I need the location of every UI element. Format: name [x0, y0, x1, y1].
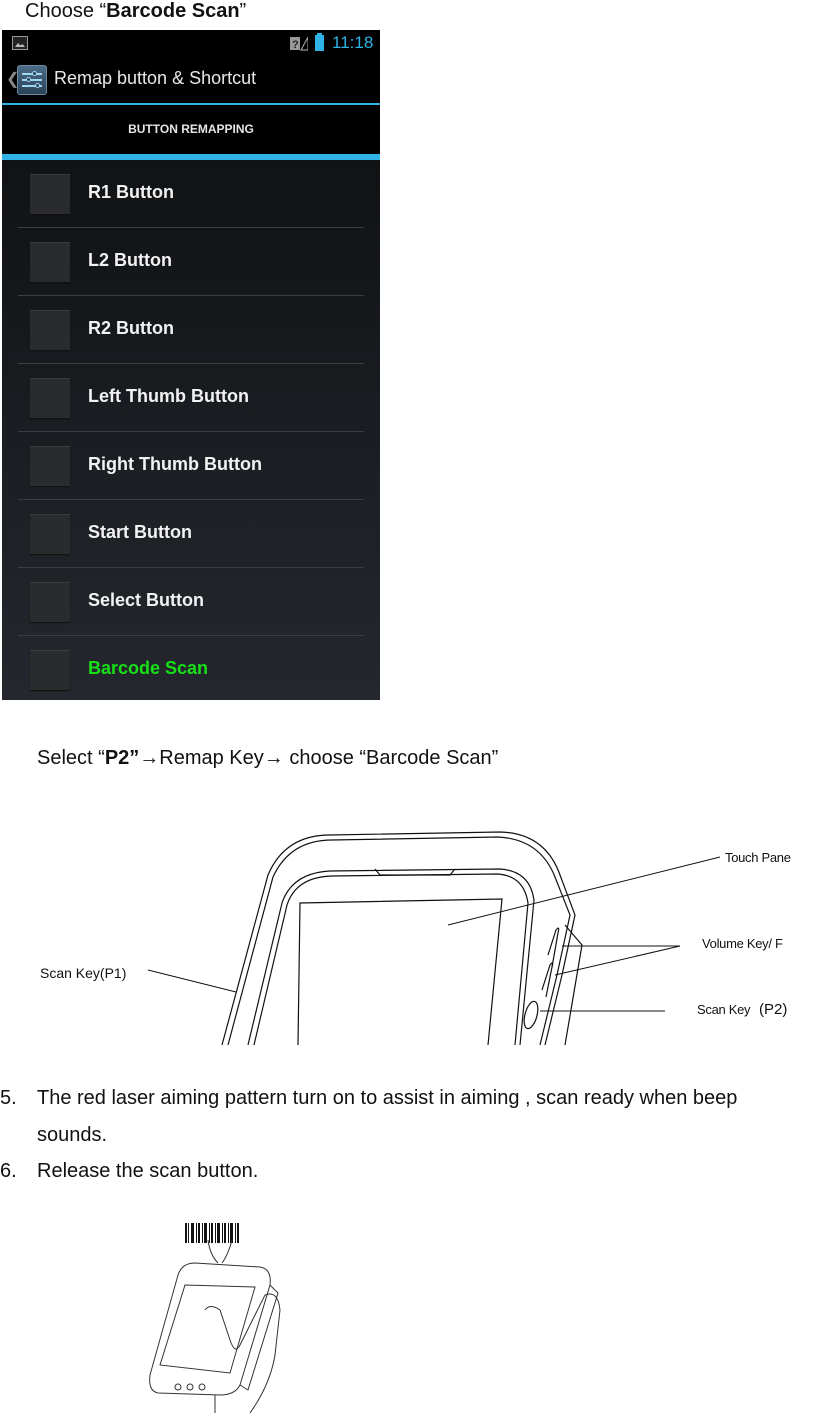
list-item-left-thumb-button[interactable]: Left Thumb Button: [18, 364, 364, 432]
volume-key-label: Volume Key/ F: [702, 936, 783, 951]
step-number: 6.: [0, 1160, 17, 1182]
list-item-select-button[interactable]: Select Button: [18, 568, 364, 636]
instruction-suffix: choose “Barcode Scan”: [283, 747, 499, 769]
list-item-r1-button[interactable]: R1 Button: [18, 160, 364, 228]
list-item-label: L2 Button: [88, 250, 172, 270]
instruction-text: Select “P2”→Remap Key→ choose “Barcode S…: [37, 747, 498, 770]
remap-list: R1 Button L2 Button R2 Button Left Thumb…: [2, 160, 380, 700]
checkbox[interactable]: [30, 582, 70, 622]
list-item-l2-button[interactable]: L2 Button: [18, 228, 364, 296]
touch-panel-label: Touch Pane: [725, 850, 791, 865]
checkbox[interactable]: [30, 242, 70, 282]
device-diagram: Scan Key(P1) Touch Pane Volume Key/ F Sc…: [0, 815, 835, 1050]
screen-title: Remap button & Shortcut: [54, 68, 257, 88]
status-clock: 11:18: [332, 33, 374, 52]
sim-unknown-icon: ?: [290, 36, 308, 51]
checkbox[interactable]: [30, 446, 70, 486]
list-item-label: Start Button: [88, 522, 192, 542]
arrow-right-icon: →: [263, 747, 284, 769]
section-header-label: BUTTON REMAPPING: [128, 122, 254, 136]
arrow-right-icon: →: [139, 747, 160, 769]
list-item-label: Right Thumb Button: [88, 454, 262, 474]
step-text-continued: sounds.: [37, 1124, 108, 1146]
battery-icon: [315, 33, 324, 51]
step-text: Release the scan button.: [37, 1160, 259, 1182]
list-item-label: R2 Button: [88, 318, 174, 338]
list-item-label: R1 Button: [88, 182, 174, 202]
instruction-key: P2”: [104, 747, 140, 769]
list-item-r2-button[interactable]: R2 Button: [18, 296, 364, 364]
hand-scanning-illustration: [149, 1223, 281, 1414]
list-item-start-button[interactable]: Start Button: [18, 500, 364, 568]
gallery-icon: [12, 36, 28, 50]
barcode-icon: [185, 1223, 239, 1243]
checkbox[interactable]: [30, 174, 70, 214]
section-header: BUTTON REMAPPING: [2, 105, 380, 160]
scan-key-p1-label: Scan Key(P1): [40, 965, 127, 981]
scan-key-label: Scan Key: [697, 1002, 751, 1017]
list-item-barcode-scan[interactable]: Barcode Scan: [18, 636, 364, 700]
instruction-prefix: Select “: [37, 747, 105, 769]
instruction-mid: Remap Key: [159, 747, 264, 769]
scan-key-p2-label: (P2): [759, 1001, 788, 1018]
list-item-right-thumb-button[interactable]: Right Thumb Button: [18, 432, 364, 500]
status-bar: ? 11:18: [2, 30, 380, 57]
action-bar: ❮ Remap button & Shortcut: [2, 57, 380, 105]
checkbox[interactable]: [30, 310, 70, 350]
list-item-label: Select Button: [88, 590, 205, 610]
step-number: 5.: [0, 1087, 17, 1109]
intro-bold-option: Barcode Scan: [106, 0, 240, 22]
checkbox[interactable]: [30, 650, 70, 690]
phone-screenshot: ? 11:18 ❮ Remap button & Shortcut BUTTON…: [2, 30, 380, 700]
list-item-label: Barcode Scan: [88, 658, 209, 678]
intro-prefix: Choose “: [25, 0, 107, 22]
step-text: The red laser aiming pattern turn on to …: [37, 1087, 738, 1109]
intro-suffix: ”: [239, 0, 247, 22]
intro-text: Choose “Barcode Scan”: [25, 0, 246, 23]
checkbox[interactable]: [30, 378, 70, 418]
checkbox[interactable]: [30, 514, 70, 554]
list-item-label: Left Thumb Button: [88, 386, 249, 406]
settings-sliders-icon[interactable]: [17, 65, 47, 95]
svg-text:?: ?: [292, 39, 299, 51]
